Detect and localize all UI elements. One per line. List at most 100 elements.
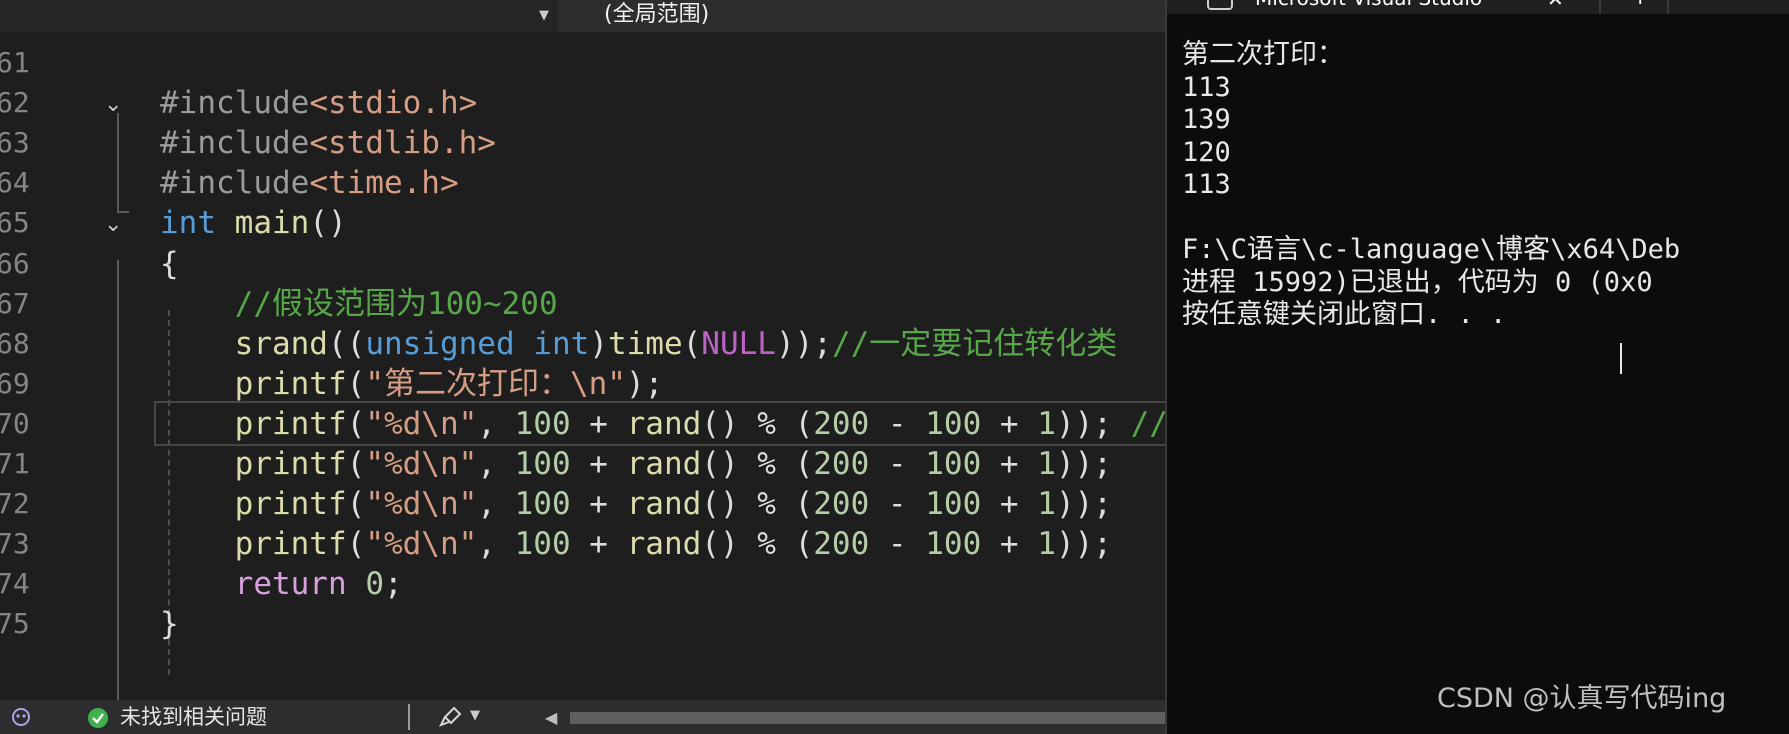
- code-token: ,: [477, 405, 515, 442]
- code-text[interactable]: int main(): [160, 204, 347, 242]
- tab-divider: [1599, 0, 1601, 14]
- code-token: 200: [813, 486, 870, 523]
- code-token: //假设范围为100~200: [160, 285, 558, 322]
- code-token: 0: [365, 566, 384, 603]
- code-text[interactable]: printf("%d\n", 100 + rand() % (200 - 100…: [160, 405, 1165, 443]
- code-token: 100: [925, 446, 982, 482]
- code-token: (: [346, 446, 366, 482]
- code-token: (: [682, 325, 702, 362]
- code-token: }: [160, 606, 179, 643]
- code-line[interactable]: 67 //假设范围为100~200: [0, 281, 1165, 327]
- add-tab-icon[interactable]: +: [1631, 0, 1649, 10]
- code-token: (: [346, 365, 366, 402]
- close-tab-icon[interactable]: ✕: [1547, 0, 1564, 10]
- scope-dropdown[interactable]: (全局范围): [604, 2, 709, 28]
- console-tab-title[interactable]: Microsoft Visual Studio: [1255, 0, 1482, 10]
- chevron-down-icon[interactable]: ▼: [470, 708, 480, 723]
- code-token: rand: [626, 526, 702, 563]
- code-token: 100: [925, 526, 982, 563]
- cleanup-brush-icon[interactable]: [438, 705, 464, 729]
- status-bar: 未找到相关问题 ▼ ◀: [0, 700, 1165, 734]
- code-line[interactable]: 74 return 0;: [0, 561, 1165, 607]
- code-text[interactable]: #include<stdlib.h>: [160, 124, 496, 162]
- code-token: "%d\n": [365, 486, 478, 523]
- code-token: "第二次打印：\n": [365, 365, 626, 402]
- code-token: 1: [1037, 405, 1056, 442]
- code-token: 200: [813, 405, 870, 442]
- code-token: #include: [160, 165, 310, 202]
- code-token: ));: [775, 325, 832, 362]
- code-token: rand: [626, 405, 702, 442]
- code-token: (): [309, 205, 347, 242]
- code-line[interactable]: 61: [0, 40, 1165, 86]
- code-token: -: [869, 446, 926, 482]
- tab-divider: [1667, 0, 1669, 14]
- code-line[interactable]: 70 printf("%d\n", 100 + rand() % (200 - …: [0, 401, 1165, 447]
- dropdown-arrow-icon[interactable]: ▼: [539, 8, 549, 23]
- code-token: 100: [514, 446, 571, 482]
- code-text[interactable]: printf("%d\n", 100 + rand() % (200 - 100…: [160, 445, 1112, 483]
- code-line[interactable]: 73 printf("%d\n", 100 + rand() % (200 - …: [0, 521, 1165, 567]
- code-token: );: [625, 365, 664, 402]
- code-line[interactable]: 75}: [0, 601, 1165, 647]
- code-line[interactable]: 68 srand((unsigned int)time(NULL));//一定要…: [0, 321, 1165, 367]
- line-number: 74: [0, 567, 30, 601]
- code-line[interactable]: 64 #include<time.h>: [0, 160, 1165, 206]
- code-token: 100: [925, 486, 982, 523]
- code-text[interactable]: printf("%d\n", 100 + rand() % (200 - 100…: [160, 485, 1112, 523]
- copilot-icon[interactable]: [10, 706, 32, 728]
- issues-status-text[interactable]: 未找到相关问题: [120, 705, 267, 729]
- console-output-line: 120: [1182, 137, 1231, 168]
- code-text[interactable]: }: [160, 605, 179, 643]
- code-line[interactable]: 62 ⌄ #include<stdio.h>: [0, 80, 1165, 126]
- horizontal-scrollbar-thumb[interactable]: [570, 712, 1165, 724]
- line-number: 71: [0, 447, 30, 480]
- code-token: 100: [514, 486, 571, 523]
- code-text[interactable]: return 0;: [160, 565, 403, 603]
- console-output-line: 139: [1182, 104, 1231, 135]
- line-number: 75: [0, 607, 30, 641]
- code-token: int: [160, 205, 216, 242]
- code-text[interactable]: {: [160, 245, 179, 283]
- project-dropdown[interactable]: ▼: [0, 0, 558, 32]
- code-token: //一定要记住转化类: [831, 325, 1118, 362]
- code-token: printf: [234, 526, 347, 563]
- chevron-down-icon[interactable]: ⌄: [104, 94, 122, 116]
- code-text[interactable]: #include<stdio.h>: [160, 84, 477, 122]
- code-line[interactable]: 65 ⌄ int main(): [0, 200, 1165, 246]
- code-text[interactable]: srand((unsigned int)time(NULL));//一定要记住转…: [160, 325, 1118, 363]
- code-token: 100: [925, 405, 982, 442]
- code-text[interactable]: printf("第二次打印：\n");: [160, 365, 664, 403]
- code-line[interactable]: 71 printf("%d\n", 100 + rand() % (200 - …: [0, 441, 1165, 487]
- console-output-line: 113: [1182, 169, 1231, 200]
- line-number: 64: [0, 166, 30, 200]
- code-text[interactable]: #include<time.h>: [160, 164, 459, 202]
- code-line[interactable]: 66 {: [0, 241, 1165, 287]
- code-token: int: [533, 325, 590, 362]
- code-token: ,: [477, 526, 515, 563]
- console-window[interactable]: Microsoft Visual Studio ✕ + 第二次打印： 113 1…: [1165, 0, 1789, 734]
- code-token: <stdlib.h>: [309, 125, 496, 162]
- scroll-left-icon[interactable]: ◀: [545, 708, 557, 727]
- code-token: ));: [1055, 526, 1112, 563]
- code-line[interactable]: 72 printf("%d\n", 100 + rand() % (200 - …: [0, 481, 1165, 527]
- console-output-line: 第二次打印：: [1182, 39, 1344, 70]
- code-token: 1: [1037, 446, 1056, 482]
- code-editor[interactable]: ▼ (全局范围) 61 62 ⌄ #include<stdio.h> 63 #includ…: [0, 0, 1165, 734]
- line-number: 73: [0, 527, 30, 561]
- code-token: (: [346, 486, 366, 523]
- code-token: {: [160, 245, 179, 282]
- code-line[interactable]: 69 printf("第二次打印：\n");: [0, 361, 1165, 407]
- code-text[interactable]: //假设范围为100~200: [160, 285, 558, 323]
- code-line[interactable]: 63 #include<stdlib.h>: [0, 120, 1165, 166]
- code-token: printf: [234, 365, 347, 402]
- console-output-line: 113: [1182, 72, 1231, 103]
- chevron-down-icon[interactable]: ⌄: [104, 214, 122, 236]
- console-titlebar: Microsoft Visual Studio ✕ +: [1167, 0, 1789, 14]
- code-text[interactable]: printf("%d\n", 100 + rand() % (200 - 100…: [160, 525, 1112, 563]
